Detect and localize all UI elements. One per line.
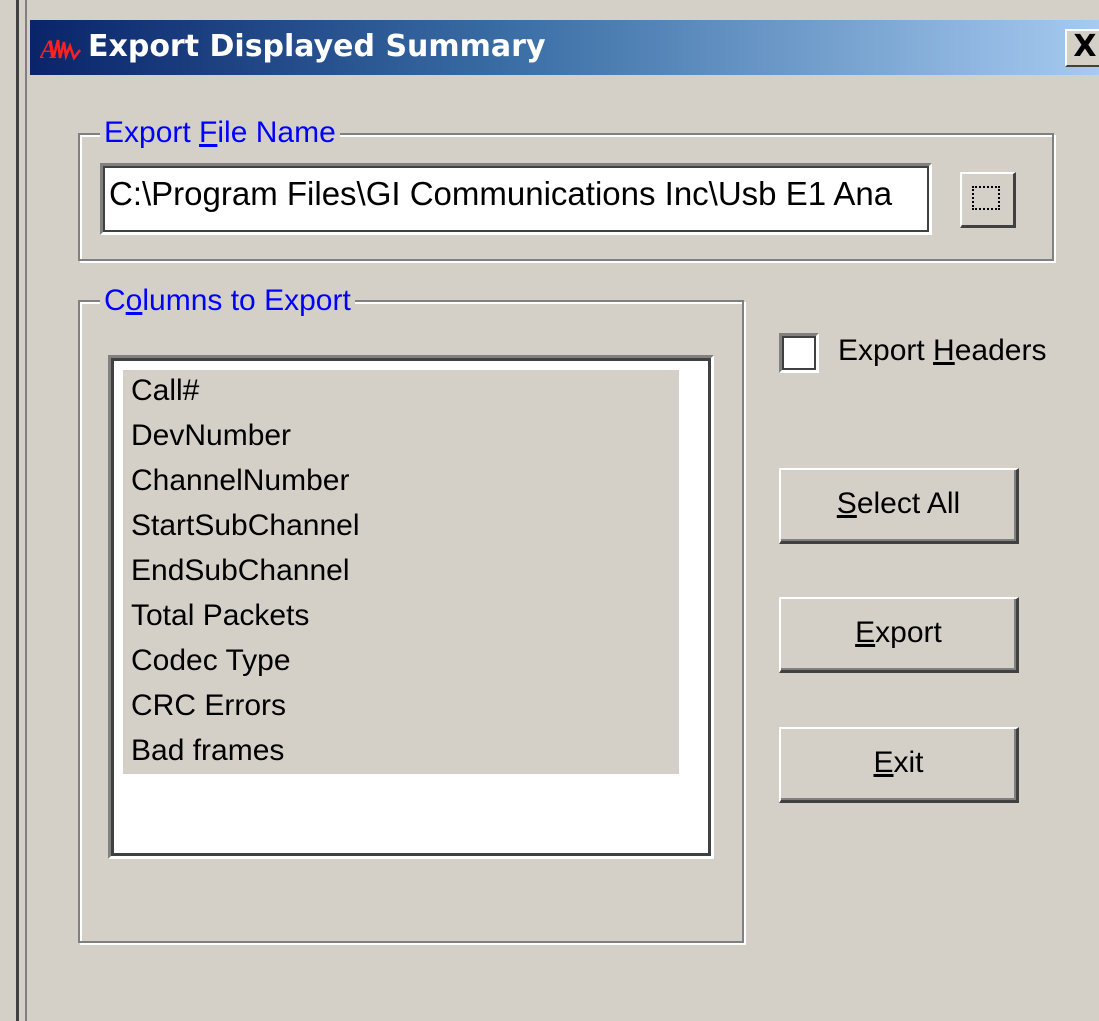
list-item[interactable]: Total Packets <box>131 599 309 633</box>
export-button[interactable]: Export <box>779 597 1019 673</box>
export-headers-checkbox[interactable] <box>779 333 819 373</box>
list-item[interactable]: DevNumber <box>131 419 291 453</box>
browse-button[interactable] <box>960 172 1016 228</box>
select-all-button[interactable]: Select All <box>779 468 1019 544</box>
app-logo-icon: A <box>40 35 81 64</box>
list-item[interactable]: CRC Errors <box>131 689 286 723</box>
list-item[interactable]: StartSubChannel <box>131 509 360 543</box>
list-item[interactable]: ChannelNumber <box>131 464 349 498</box>
list-item[interactable]: Codec Type <box>131 644 291 678</box>
list-item[interactable]: Call# <box>131 374 199 408</box>
window-title: Export Displayed Summary <box>88 29 546 64</box>
columns-listbox[interactable]: Call# DevNumber ChannelNumber StartSubCh… <box>108 355 714 859</box>
title-bar[interactable]: A Export Displayed Summary X <box>30 20 1099 75</box>
list-item[interactable]: EndSubChannel <box>131 554 350 588</box>
close-button[interactable]: X <box>1065 29 1099 67</box>
exit-button[interactable]: Exit <box>779 727 1019 803</box>
list-item[interactable]: Bad frames <box>131 734 284 768</box>
columns-legend: Columns to Export <box>100 284 355 318</box>
window-left-border <box>0 0 30 1021</box>
browse-icon <box>972 186 1000 210</box>
export-headers-label[interactable]: Export Headers <box>838 334 1046 368</box>
export-file-legend: Export File Name <box>100 116 340 150</box>
export-file-name-input[interactable]: C:\Program Files\GI Communications Inc\U… <box>100 163 932 235</box>
